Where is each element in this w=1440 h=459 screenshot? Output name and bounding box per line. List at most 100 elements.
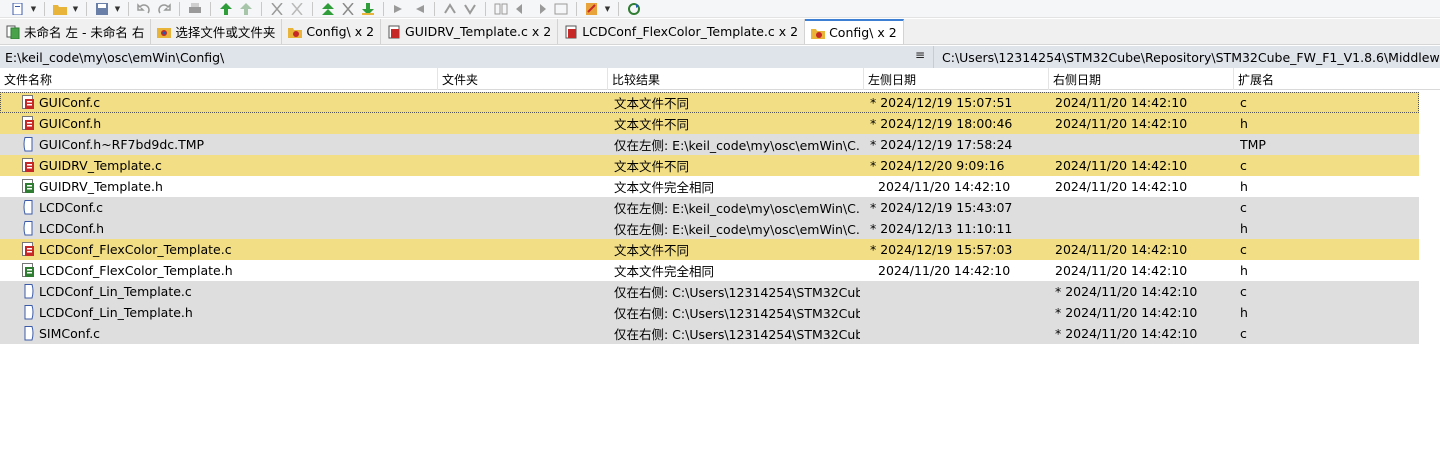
merge-right-icon[interactable] [533, 2, 549, 16]
last-diff-icon[interactable] [462, 2, 478, 16]
file-name: LCDConf_FlexColor_Template.c [39, 242, 232, 257]
compare-result: 文本文件完全相同 [614, 264, 715, 279]
table-row[interactable]: GUIConf.h 文本文件不同 * 2024/12/19 18:00:46 2… [0, 113, 1419, 134]
cut-icon[interactable] [269, 2, 285, 16]
compare-result: 文本文件完全相同 [614, 180, 715, 195]
right-date [1055, 197, 1235, 218]
refresh-icon[interactable] [360, 2, 376, 16]
tab-bar: 未命名 左 - 未命名 右 选择文件或文件夹 Config\ x 2 GUIDR… [0, 19, 1440, 45]
file-left-only-icon [20, 134, 36, 155]
invert-selection-icon[interactable] [340, 2, 356, 16]
left-date: * 2024/12/13 11:10:11 [870, 221, 1013, 236]
left-path-field[interactable]: E:\keil_code\my\osc\emWin\Config\ ≡ [0, 46, 933, 68]
next-diff-icon[interactable] [391, 2, 407, 16]
file-name: SIMConf.c [39, 326, 101, 341]
options-dropdown-icon[interactable]: ▼ [604, 2, 611, 16]
column-header-folder[interactable]: 文件夹 [438, 68, 608, 90]
left-date [870, 323, 1050, 344]
file-extension: h [1240, 179, 1248, 194]
table-row[interactable]: GUIDRV_Template.h 文本文件完全相同 2024/11/20 14… [0, 176, 1419, 197]
copy-right-icon[interactable] [218, 2, 234, 16]
left-date: 2024/11/20 14:42:10 [878, 263, 1011, 278]
open-folder-icon[interactable] [52, 2, 68, 16]
options-icon[interactable] [584, 2, 600, 16]
left-path-text: E:\keil_code\my\osc\emWin\Config\ [5, 49, 225, 65]
select-all-icon[interactable] [320, 2, 336, 16]
table-row[interactable]: GUIDRV_Template.c 文本文件不同 * 2024/12/20 9:… [0, 155, 1419, 176]
print-icon[interactable] [187, 2, 203, 16]
column-header-result[interactable]: 比较结果 [608, 68, 864, 90]
select-files-icon [157, 27, 172, 38]
right-date: * 2024/11/20 14:42:10 [1055, 305, 1198, 320]
prev-diff-icon[interactable] [411, 2, 427, 16]
merge-all-icon[interactable] [553, 2, 569, 16]
compare-doc-icon [6, 25, 20, 39]
file-right-only-icon [20, 323, 36, 344]
tab-config-compare-2[interactable]: Config\ x 2 [805, 19, 904, 44]
paste-icon[interactable] [289, 2, 305, 16]
save-icon[interactable] [94, 2, 110, 16]
file-right-only-icon [20, 281, 36, 302]
open-folder-dropdown-icon[interactable]: ▼ [72, 2, 79, 16]
file-extension: c [1240, 200, 1247, 215]
file-name: GUIConf.h~RF7bd9dc.TMP [39, 137, 205, 152]
first-diff-icon[interactable] [442, 2, 458, 16]
file-right-only-icon [20, 302, 36, 323]
table-row[interactable]: LCDConf_Lin_Template.h 仅在右侧: C:\Users\12… [0, 302, 1419, 323]
tab-untitled-compare[interactable]: 未命名 左 - 未命名 右 [0, 19, 152, 44]
merge-icon[interactable] [493, 2, 509, 16]
compare-result: 文本文件不同 [614, 96, 690, 111]
table-row[interactable]: GUIConf.c 文本文件不同 * 2024/12/19 15:07:51 2… [0, 92, 1419, 113]
file-different-icon [20, 92, 36, 113]
file-name: LCDConf.h [39, 221, 105, 236]
table-row[interactable]: LCDConf.c 仅在左侧: E:\keil_code\my\osc\emWi… [0, 197, 1419, 218]
table-row[interactable]: LCDConf_FlexColor_Template.c 文本文件不同 * 20… [0, 239, 1419, 260]
undo-icon[interactable] [136, 2, 152, 16]
tab-label: 未命名 左 - 未命名 右 [24, 25, 145, 40]
tab-label: GUIDRV_Template.c x 2 [405, 24, 552, 39]
file-compare-icon [388, 25, 400, 38]
column-header-name[interactable]: 文件名称 [0, 68, 438, 90]
compare-result: 文本文件不同 [614, 117, 690, 132]
file-compare-icon [565, 25, 577, 38]
main-toolbar: ▼ ▼ ▼ ▼ [0, 0, 1440, 18]
file-extension: h [1240, 263, 1248, 278]
file-extension: c [1240, 95, 1247, 110]
left-date: 2024/11/20 14:42:10 [878, 179, 1011, 194]
sync-icon[interactable] [626, 2, 642, 16]
compare-result: 文本文件不同 [614, 243, 690, 258]
table-row[interactable]: SIMConf.c 仅在右侧: C:\Users\12314254\STM32C… [0, 323, 1419, 344]
toolbar-separator [179, 1, 180, 16]
right-path-field[interactable]: C:\Users\12314254\STM32Cube\Repository\S… [933, 46, 1440, 68]
column-header-ext[interactable]: 扩展名 [1234, 68, 1440, 90]
table-row[interactable]: LCDConf_FlexColor_Template.h 文本文件完全相同 20… [0, 260, 1419, 281]
column-header-right-date[interactable]: 右侧日期 [1049, 68, 1234, 90]
file-extension: h [1240, 116, 1248, 131]
tab-lcdconf-flexcolor-compare[interactable]: LCDConf_FlexColor_Template.c x 2 [558, 19, 806, 44]
right-date: 2024/11/20 14:42:10 [1055, 263, 1188, 278]
column-header-left-date[interactable]: 左侧日期 [864, 68, 1049, 90]
table-row[interactable]: LCDConf.h 仅在左侧: E:\keil_code\my\osc\emWi… [0, 218, 1419, 239]
tab-config-compare-1[interactable]: Config\ x 2 [282, 19, 382, 44]
folder-compare-icon [288, 27, 303, 38]
path-menu-icon[interactable]: ≡ [915, 48, 925, 62]
new-file-icon[interactable] [10, 2, 26, 16]
new-file-dropdown-icon[interactable]: ▼ [30, 2, 37, 16]
save-dropdown-icon[interactable]: ▼ [114, 2, 121, 16]
redo-icon[interactable] [156, 2, 172, 16]
file-name: LCDConf_Lin_Template.h [39, 305, 193, 320]
toolbar-separator [210, 1, 211, 16]
table-row[interactable]: LCDConf_Lin_Template.c 仅在右侧: C:\Users\12… [0, 281, 1419, 302]
copy-left-icon[interactable] [238, 2, 254, 16]
compare-result: 仅在左侧: E:\keil_code\my\osc\emWin\C... [614, 222, 860, 237]
path-bar: E:\keil_code\my\osc\emWin\Config\ ≡ C:\U… [0, 46, 1440, 68]
folder-compare-icon [811, 28, 826, 39]
table-row[interactable]: GUIConf.h~RF7bd9dc.TMP 仅在左侧: E:\keil_cod… [0, 134, 1419, 155]
file-left-only-icon [20, 197, 36, 218]
merge-left-icon[interactable] [513, 2, 529, 16]
toolbar-separator [128, 1, 129, 16]
tab-guidrv-template-compare[interactable]: GUIDRV_Template.c x 2 [381, 19, 559, 44]
compare-result: 仅在右侧: C:\Users\12314254\STM32Cub... [614, 306, 860, 321]
file-name: LCDConf_FlexColor_Template.h [39, 263, 233, 278]
tab-select-files[interactable]: 选择文件或文件夹 [151, 19, 283, 44]
